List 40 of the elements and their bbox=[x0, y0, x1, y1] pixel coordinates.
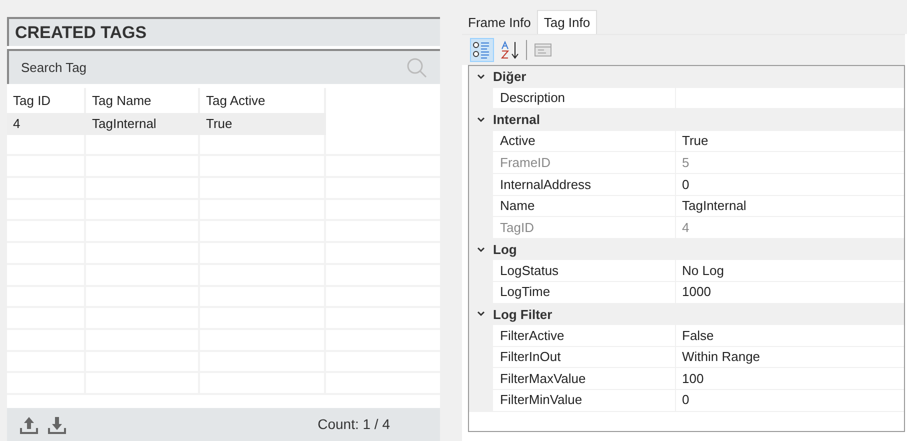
property-name[interactable]: LogStatus bbox=[493, 260, 676, 281]
search-input[interactable]: Search Tag bbox=[21, 58, 406, 78]
category-label: Log Filter bbox=[493, 306, 552, 324]
property-value[interactable]: 1000 bbox=[682, 282, 711, 302]
sort-alphabetical-icon bbox=[500, 40, 520, 60]
table-row[interactable]: 4 TagInternal True bbox=[7, 113, 326, 135]
chevron-down-icon[interactable] bbox=[476, 72, 486, 82]
panel-title: CREATED TAGS bbox=[7, 17, 440, 46]
property-value[interactable]: TagInternal bbox=[682, 196, 746, 216]
property-value[interactable]: True bbox=[682, 131, 708, 151]
search-field[interactable]: Search Tag bbox=[7, 49, 440, 84]
table-cell-text: True bbox=[205, 114, 234, 133]
property-value[interactable]: No Log bbox=[682, 260, 724, 280]
category-label: Log bbox=[493, 240, 517, 259]
tab[interactable]: Tag Info bbox=[536, 10, 598, 34]
category-label: Diğer bbox=[493, 68, 526, 86]
property-name[interactable]: Active bbox=[493, 130, 676, 152]
property-value[interactable]: 0 bbox=[682, 174, 690, 194]
search-icon bbox=[406, 56, 428, 78]
upload-icon[interactable] bbox=[19, 414, 39, 434]
download-icon[interactable] bbox=[47, 414, 67, 434]
table-cell-text: TagInternal bbox=[91, 114, 158, 133]
toolbar-button[interactable] bbox=[470, 38, 494, 62]
property-name[interactable]: FilterInOut bbox=[493, 346, 676, 368]
categorized-list-icon bbox=[472, 40, 492, 60]
property-name[interactable]: FilterMaxValue bbox=[493, 368, 676, 389]
property-name[interactable]: FilterMinValue bbox=[493, 390, 676, 410]
chevron-down-icon[interactable] bbox=[476, 114, 486, 125]
property-value[interactable]: Within Range bbox=[682, 347, 760, 367]
property-value[interactable]: 100 bbox=[682, 368, 704, 388]
property-name[interactable]: LogTime bbox=[493, 282, 676, 303]
chevron-down-icon[interactable] bbox=[476, 244, 486, 255]
category-label: Internal bbox=[493, 111, 540, 130]
table-cell-text: 4 bbox=[12, 114, 22, 133]
property-value[interactable]: False bbox=[682, 326, 714, 346]
count-label: Count: 1 / 4 bbox=[318, 415, 390, 434]
property-value[interactable]: 0 bbox=[682, 390, 690, 410]
property-name[interactable]: FilterActive bbox=[493, 325, 676, 346]
property-name[interactable]: InternalAddress bbox=[493, 174, 676, 195]
property-name[interactable]: Name bbox=[493, 196, 676, 216]
